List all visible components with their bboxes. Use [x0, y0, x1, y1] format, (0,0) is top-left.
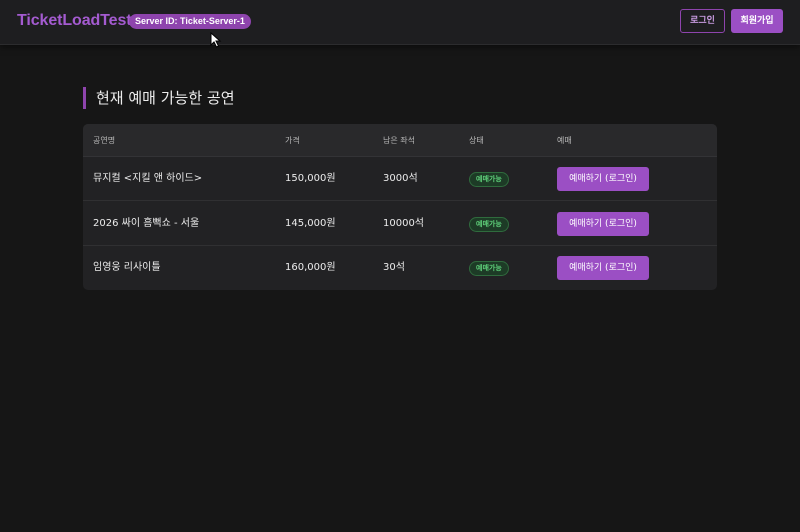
- login-button[interactable]: 로그인: [680, 9, 725, 33]
- performance-price: 160,000원: [285, 262, 336, 273]
- performance-name: 2026 싸이 흠뻑쇼 - 서울: [93, 218, 200, 229]
- performance-price: 150,000원: [285, 173, 336, 184]
- table-header: 공연명 가격 남은 좌석 상태 예매: [83, 124, 717, 157]
- book-button[interactable]: 예매하기 (로그인): [557, 212, 649, 236]
- performance-name: 뮤지컬 <지킬 앤 하이드>: [93, 173, 203, 184]
- column-header-status: 상태: [469, 136, 484, 145]
- server-id-badge: Server ID: Ticket-Server-1: [129, 14, 251, 29]
- brand-logo[interactable]: TicketLoadTest: [17, 12, 132, 30]
- top-navbar: TicketLoadTest Server ID: Ticket-Server-…: [0, 0, 800, 45]
- book-button[interactable]: 예매하기 (로그인): [557, 167, 649, 191]
- column-header-booking: 예매: [557, 136, 572, 145]
- table-row: 2026 싸이 흠뻑쇼 - 서울 145,000원 10000석 예매가능 예매…: [83, 202, 717, 246]
- status-badge: 예매가능: [469, 217, 509, 232]
- remaining-seats: 3000석: [383, 173, 418, 184]
- performance-name: 임영웅 리사이틀: [93, 262, 161, 273]
- remaining-seats: 10000석: [383, 218, 425, 229]
- remaining-seats: 30석: [383, 262, 405, 273]
- status-badge: 예매가능: [469, 261, 509, 276]
- mouse-pointer-icon: [210, 32, 222, 48]
- signup-button[interactable]: 회원가입: [731, 9, 783, 33]
- performance-price: 145,000원: [285, 218, 336, 229]
- performance-table: 공연명 가격 남은 좌석 상태 예매 뮤지컬 <지킬 앤 하이드> 150,00…: [83, 124, 717, 290]
- column-header-seats: 남은 좌석: [383, 136, 415, 145]
- status-badge: 예매가능: [469, 172, 509, 187]
- column-header-title: 공연명: [93, 136, 116, 145]
- page-title: 현재 예매 가능한 공연: [83, 87, 235, 109]
- column-header-price: 가격: [285, 136, 300, 145]
- table-row: 임영웅 리사이틀 160,000원 30석 예매가능 예매하기 (로그인): [83, 246, 717, 290]
- book-button[interactable]: 예매하기 (로그인): [557, 256, 649, 280]
- table-row: 뮤지컬 <지킬 앤 하이드> 150,000원 3000석 예매가능 예매하기 …: [83, 157, 717, 201]
